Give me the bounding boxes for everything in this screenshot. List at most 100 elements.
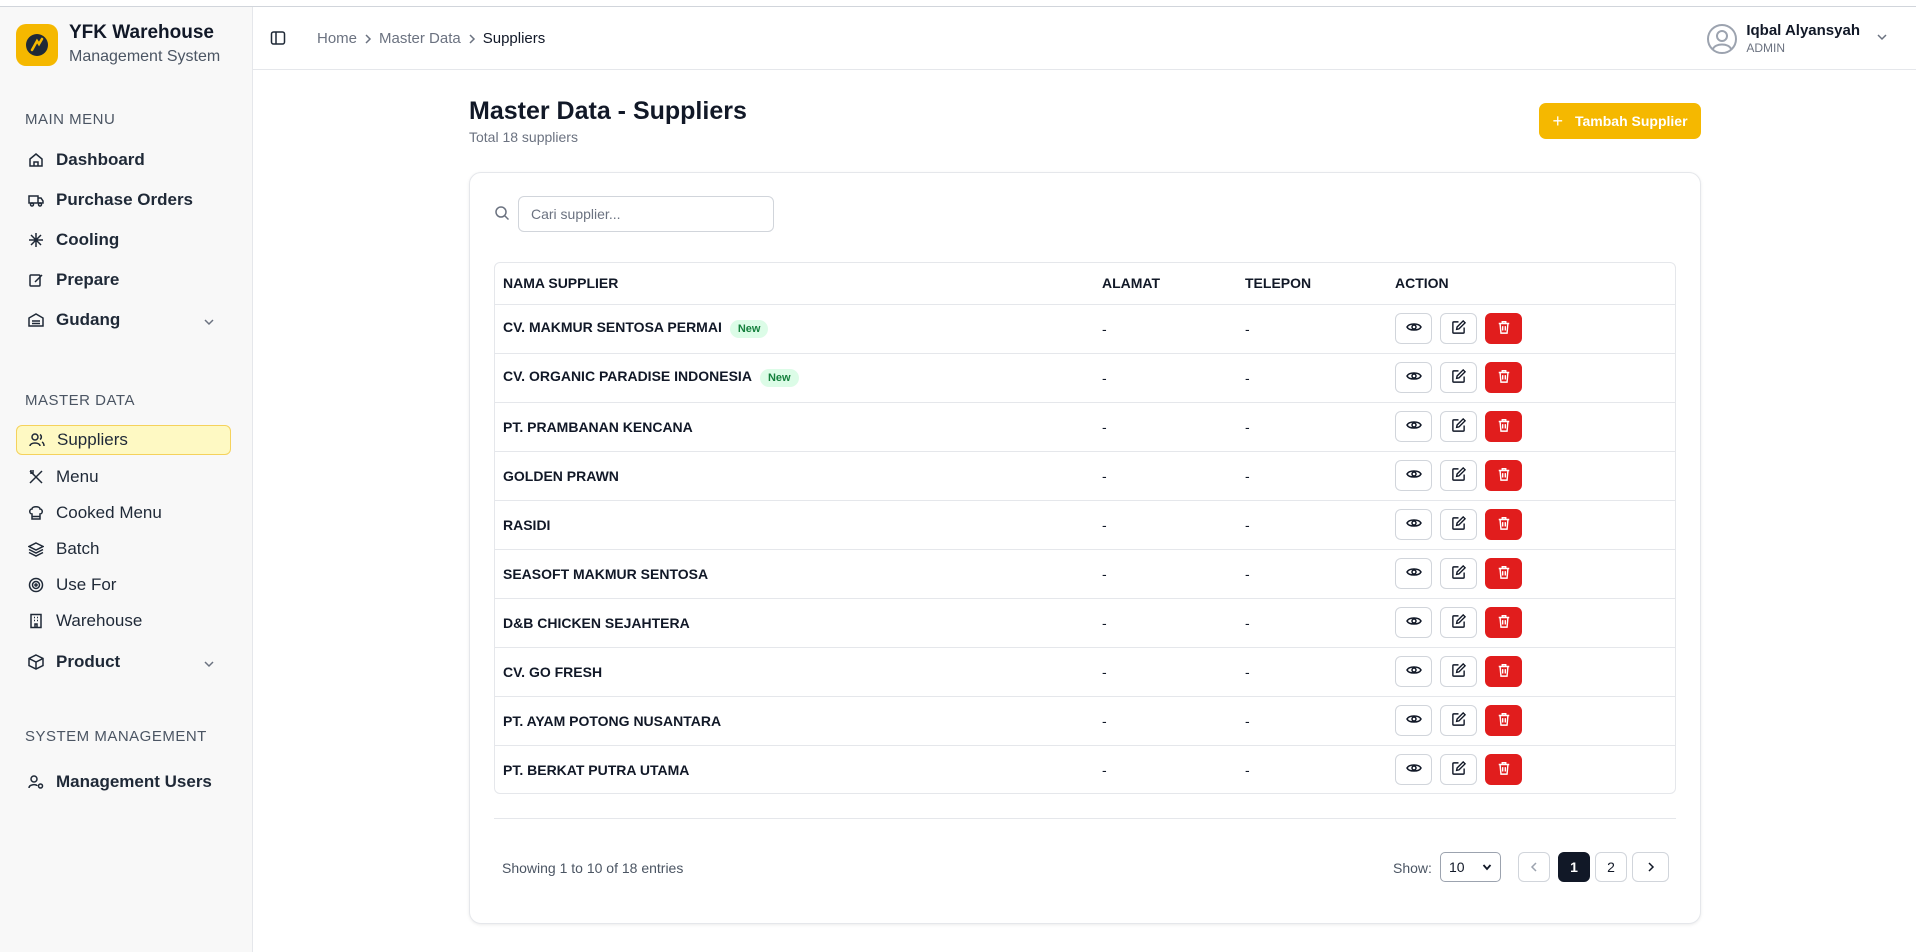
edit-button[interactable] — [1440, 754, 1477, 786]
delete-button[interactable] — [1485, 656, 1522, 687]
eye-icon — [1405, 466, 1422, 485]
page-size-select[interactable]: 10 — [1440, 852, 1501, 882]
sidebar-item-cooked-menu[interactable]: Cooked Menu — [16, 498, 231, 528]
search-input[interactable] — [518, 196, 774, 232]
sidebar-item-use-for[interactable]: Use For — [16, 570, 231, 600]
telepon-cell: - — [1237, 500, 1387, 550]
sidebar-item-product[interactable]: Product — [16, 647, 231, 677]
supplier-name-cell: SEASOFT MAKMUR SENTOSA — [495, 549, 1094, 599]
brand[interactable]: YFK Warehouse Management System — [16, 21, 220, 69]
delete-button[interactable] — [1485, 705, 1522, 736]
edit-icon — [1451, 662, 1467, 681]
supplier-name-cell: CV. GO FRESH — [495, 647, 1094, 697]
sidebar-item-label: Cooked Menu — [56, 503, 162, 522]
user-menu[interactable]: Iqbal Alyansyah ADMIN — [1706, 22, 1888, 56]
user-cog-icon — [28, 774, 44, 790]
chef-hat-icon — [28, 505, 44, 521]
top-header: Home Master Data Suppliers Iqbal Alyansy… — [253, 7, 1916, 70]
trash-icon — [1497, 712, 1511, 729]
supplier-name: D&B CHICKEN SEJAHTERA — [503, 614, 690, 631]
sidebar-item-suppliers[interactable]: Suppliers — [16, 425, 231, 455]
edit-button[interactable] — [1440, 362, 1477, 393]
delete-button[interactable] — [1485, 607, 1522, 638]
edit-button[interactable] — [1440, 411, 1477, 442]
sidebar-item-batch[interactable]: Batch — [16, 534, 231, 564]
sidebar-item-purchase-orders[interactable]: Purchase Orders — [16, 185, 231, 215]
view-button[interactable] — [1395, 607, 1432, 638]
action-cell — [1387, 402, 1675, 452]
table-row: D&B CHICKEN SEJAHTERA - - — [495, 598, 1675, 648]
breadcrumb-current: Suppliers — [482, 30, 546, 47]
column-header-nama-supplier[interactable]: NAMA SUPPLIER — [495, 263, 1094, 305]
brand-subtitle: Management System — [69, 48, 221, 65]
sidebar-toggle-icon[interactable] — [270, 30, 288, 48]
alamat-cell: - — [1094, 500, 1237, 550]
sidebar-item-management-users[interactable]: Management Users — [16, 767, 231, 797]
sidebar-item-gudang[interactable]: Gudang — [16, 305, 231, 335]
edit-button[interactable] — [1440, 313, 1477, 344]
sidebar-item-cooling[interactable]: Cooling — [16, 225, 231, 255]
sidebar-item-prepare[interactable]: Prepare — [16, 265, 231, 295]
delete-button[interactable] — [1485, 411, 1522, 442]
edit-button[interactable] — [1440, 460, 1477, 491]
breadcrumb-master-data[interactable]: Master Data — [379, 30, 461, 47]
action-cell — [1387, 451, 1675, 501]
sidebar-item-menu[interactable]: Menu — [16, 462, 231, 492]
system-management-label: SYSTEM MANAGEMENT — [25, 728, 207, 745]
view-button[interactable] — [1395, 313, 1432, 344]
delete-button[interactable] — [1485, 754, 1522, 786]
delete-button[interactable] — [1485, 460, 1522, 491]
trash-icon — [1497, 761, 1511, 778]
page-button-2[interactable]: 2 — [1595, 852, 1627, 882]
page-size-value: 10 — [1449, 859, 1465, 875]
view-button[interactable] — [1395, 362, 1432, 393]
users-icon — [29, 432, 45, 448]
alamat-cell: - — [1094, 304, 1237, 354]
sidebar-item-label: Batch — [56, 539, 100, 558]
sidebar-item-warehouse[interactable]: Warehouse — [16, 606, 231, 636]
layers-icon — [28, 541, 44, 557]
view-button[interactable] — [1395, 558, 1432, 589]
sidebar-item-label: Dashboard — [56, 150, 145, 169]
prev-page-button[interactable] — [1518, 852, 1550, 882]
telepon-cell: - — [1237, 549, 1387, 599]
supplier-name: RASIDI — [503, 516, 551, 533]
view-button[interactable] — [1395, 656, 1432, 687]
delete-button[interactable] — [1485, 509, 1522, 540]
breadcrumb-home[interactable]: Home — [317, 30, 357, 47]
alamat-cell: - — [1094, 402, 1237, 452]
user-name: Iqbal Alyansyah — [1746, 22, 1860, 39]
table-row: PT. AYAM POTONG NUSANTARA - - — [495, 696, 1675, 746]
column-header-telepon[interactable]: TELEPON — [1237, 263, 1387, 305]
edit-button[interactable] — [1440, 607, 1477, 638]
alamat-cell: - — [1094, 549, 1237, 599]
add-supplier-button[interactable]: + Tambah Supplier — [1539, 103, 1701, 139]
delete-button[interactable] — [1485, 558, 1522, 589]
view-button[interactable] — [1395, 754, 1432, 786]
view-button[interactable] — [1395, 705, 1432, 736]
utensils-icon — [28, 469, 44, 485]
chevron-right-icon — [467, 31, 477, 47]
edit-button[interactable] — [1440, 705, 1477, 736]
eye-icon — [1405, 613, 1422, 632]
view-button[interactable] — [1395, 509, 1432, 540]
plus-icon: + — [1552, 111, 1563, 131]
delete-button[interactable] — [1485, 362, 1522, 393]
suppliers-table: NAMA SUPPLIER ALAMAT TELEPON ACTION CV. … — [494, 262, 1676, 794]
view-button[interactable] — [1395, 411, 1432, 442]
edit-icon — [1451, 711, 1467, 730]
supplier-name: PT. AYAM POTONG NUSANTARA — [503, 712, 722, 729]
sidebar-item-dashboard[interactable]: Dashboard — [16, 145, 231, 175]
supplier-name: CV. MAKMUR SENTOSA PERMAI — [503, 319, 722, 336]
delete-button[interactable] — [1485, 313, 1522, 344]
edit-button[interactable] — [1440, 509, 1477, 540]
edit-button[interactable] — [1440, 558, 1477, 589]
next-page-button[interactable] — [1632, 852, 1669, 882]
page-button-1[interactable]: 1 — [1558, 852, 1590, 882]
chevron-right-icon — [1646, 859, 1656, 875]
brand-logo-icon — [16, 24, 58, 66]
package-icon — [28, 654, 44, 670]
column-header-alamat[interactable]: ALAMAT — [1094, 263, 1237, 305]
view-button[interactable] — [1395, 460, 1432, 491]
edit-button[interactable] — [1440, 656, 1477, 687]
